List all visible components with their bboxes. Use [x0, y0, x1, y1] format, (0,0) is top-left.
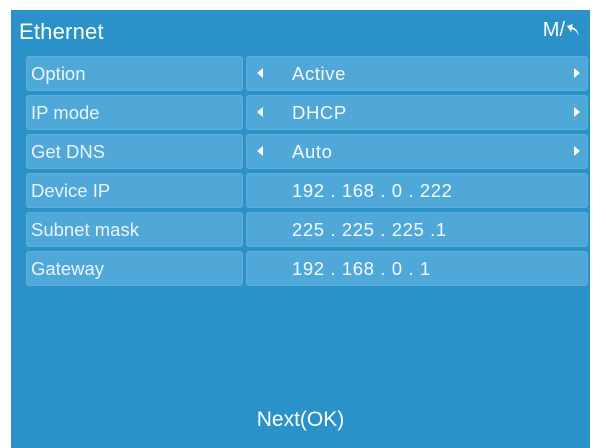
triangle-right-icon[interactable]: [574, 146, 580, 156]
get-dns-value: Auto: [292, 141, 333, 162]
get-dns-value-cell[interactable]: Auto: [246, 134, 588, 169]
triangle-left-icon[interactable]: [257, 146, 263, 156]
row-ip-mode[interactable]: IP mode DHCP: [26, 95, 588, 130]
next-button[interactable]: Next(OK): [11, 408, 590, 432]
device-ip-value: 192 . 168 . 0 . 222: [292, 180, 453, 201]
page-title: Ethernet: [19, 19, 104, 44]
gateway-value-cell[interactable]: 192 . 168 . 0 . 1: [246, 251, 588, 286]
triangle-right-icon[interactable]: [574, 107, 580, 117]
menu-back-button[interactable]: M/: [543, 16, 580, 44]
ip-mode-label: IP mode: [31, 102, 100, 123]
header: Ethernet M/: [11, 10, 590, 52]
row-option[interactable]: Option Active: [26, 56, 588, 91]
subnet-mask-value: 225 . 225 . 225 .1: [292, 219, 447, 240]
subnet-mask-value-cell[interactable]: 225 . 225 . 225 .1: [246, 212, 588, 247]
option-value: Active: [292, 63, 346, 84]
triangle-left-icon[interactable]: [257, 107, 263, 117]
gateway-label-cell: Gateway: [26, 251, 243, 286]
get-dns-label-cell: Get DNS: [26, 134, 243, 169]
device-ip-label: Device IP: [31, 180, 111, 201]
menu-back-label: M/: [542, 18, 565, 41]
row-device-ip[interactable]: Device IP 192 . 168 . 0 . 222: [26, 173, 588, 208]
ip-mode-value: DHCP: [292, 102, 347, 123]
ip-mode-value-cell[interactable]: DHCP: [246, 95, 588, 130]
subnet-mask-label: Subnet mask: [31, 219, 139, 240]
device-ip-value-cell[interactable]: 192 . 168 . 0 . 222: [246, 173, 588, 208]
back-arrow-icon: [567, 24, 579, 36]
option-value-cell[interactable]: Active: [246, 56, 588, 91]
ethernet-settings-screen: Ethernet M/ Option Active IP mode DHCP G…: [11, 10, 590, 448]
subnet-mask-label-cell: Subnet mask: [26, 212, 243, 247]
gateway-value: 192 . 168 . 0 . 1: [292, 258, 431, 279]
device-ip-label-cell: Device IP: [26, 173, 243, 208]
gateway-label: Gateway: [31, 258, 105, 279]
triangle-left-icon[interactable]: [257, 68, 263, 78]
option-label-cell: Option: [26, 56, 243, 91]
row-get-dns[interactable]: Get DNS Auto: [26, 134, 588, 169]
option-label: Option: [31, 63, 86, 84]
row-gateway[interactable]: Gateway 192 . 168 . 0 . 1: [26, 251, 588, 286]
get-dns-label: Get DNS: [31, 141, 106, 162]
ip-mode-label-cell: IP mode: [26, 95, 243, 130]
row-subnet-mask[interactable]: Subnet mask 225 . 225 . 225 .1: [26, 212, 588, 247]
triangle-right-icon[interactable]: [574, 68, 580, 78]
